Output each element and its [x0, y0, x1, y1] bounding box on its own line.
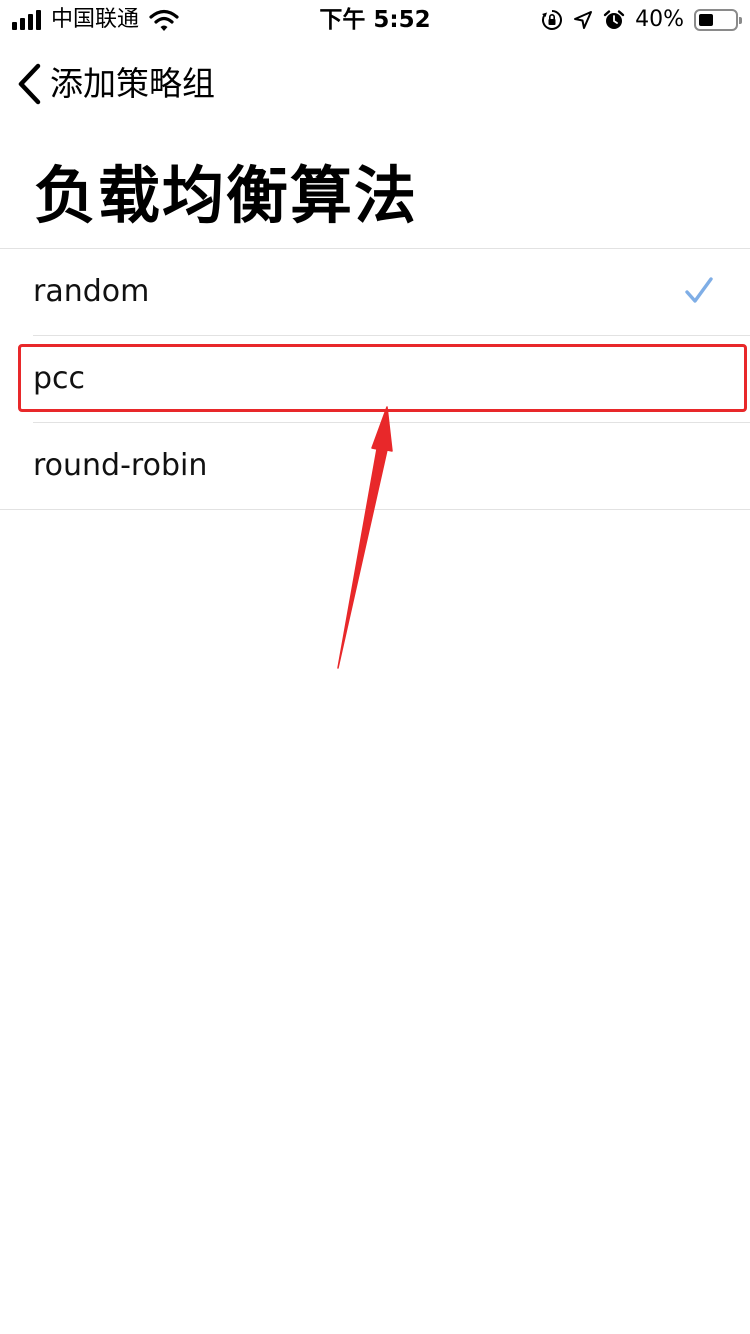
battery-icon — [694, 9, 742, 31]
row-separator — [0, 509, 750, 510]
battery-fill — [699, 14, 713, 26]
list-item-label: round-robin — [33, 448, 208, 483]
alarm-icon — [603, 10, 625, 29]
back-button[interactable]: 添加策略组 — [14, 56, 215, 112]
battery-nub — [739, 17, 742, 24]
annotation-highlight-box — [18, 344, 747, 412]
checkmark-icon — [685, 277, 713, 303]
list-item-random[interactable]: random — [0, 249, 750, 336]
status-bar: 中国联通 下午 5:52 40% — [0, 0, 750, 40]
list-item-round-robin[interactable]: round-robin — [0, 423, 750, 510]
battery-percent: 40% — [635, 7, 684, 32]
location-icon — [574, 11, 593, 29]
screen: 中国联通 下午 5:52 40% 添加策略组 负载均衡算法 random pcc… — [0, 0, 750, 1334]
page-title: 负载均衡算法 — [34, 159, 419, 232]
navigation-bar: 添加策略组 — [0, 56, 750, 112]
chevron-left-icon — [18, 63, 41, 105]
back-button-label: 添加策略组 — [50, 64, 215, 103]
orientation-lock-icon — [542, 10, 563, 30]
status-right: 40% — [541, 6, 742, 34]
list-item-label: random — [33, 274, 150, 309]
